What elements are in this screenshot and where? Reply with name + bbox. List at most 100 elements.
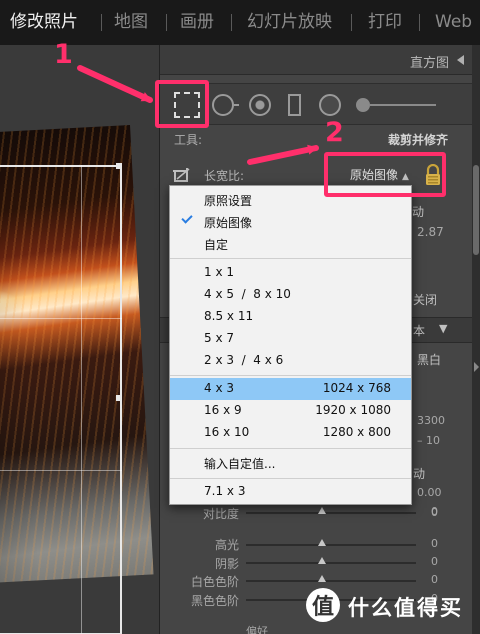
highlights-value: 0 (431, 537, 438, 550)
collapse-triangle-icon[interactable] (457, 55, 464, 65)
menu-item-resolution: 1024 x 768 (322, 381, 391, 395)
crop-grid-line (0, 318, 122, 319)
whites-value: 0 (431, 573, 438, 586)
menu-item-label: 输入自定值... (204, 457, 276, 471)
menu-item-original[interactable]: 原始图像 (170, 211, 411, 233)
tab-web[interactable]: Web (435, 12, 472, 32)
menu-separator (170, 258, 411, 259)
aspect-ratio-menu: 原照设置 原始图像 自定 1 x 1 4 x 5 / 8 x 10 8.5 x … (169, 185, 412, 505)
menu-item-16x10[interactable]: 16 x 10 1280 x 800 (170, 422, 411, 444)
auto-tone-button-partial[interactable]: 动 (413, 465, 425, 482)
tab-slideshow[interactable]: 幻灯片放映 (247, 12, 332, 32)
step-number-1: 1 (54, 39, 73, 70)
panel-expand-triangle-icon[interactable] (474, 362, 479, 372)
menu-item-label: 16 x 10 (204, 425, 250, 439)
menu-item-label: 4 x 3 (204, 381, 234, 395)
adjustment-brush-tool-icon[interactable] (356, 98, 370, 112)
menu-item-4x3[interactable]: 4 x 3 1024 x 768 (170, 378, 411, 400)
menu-item-4x5[interactable]: 4 x 5 / 8 x 10 (170, 284, 411, 306)
shadows-slider[interactable] (246, 562, 416, 564)
aspect-label: 长宽比: (204, 169, 245, 183)
step-number-2: 2 (325, 117, 344, 148)
close-button-partial[interactable]: 关闭 (413, 291, 437, 308)
tint-value: – 10 (417, 434, 440, 447)
shadows-label: 阴影 (215, 557, 240, 571)
watermark-logo-icon: 值 (306, 588, 340, 622)
menu-item-label: 自定 (204, 238, 229, 252)
menu-item-16x9[interactable]: 16 x 9 1920 x 1080 (170, 400, 411, 422)
menu-item-label: 7.1 x 3 (204, 484, 246, 498)
red-eye-tool-icon[interactable] (249, 94, 271, 116)
whites-slider-knob[interactable] (318, 575, 326, 582)
highlights-label: 高光 (215, 538, 240, 552)
menu-item-1x1[interactable]: 1 x 1 (170, 262, 411, 284)
menu-item-label: 原始图像 (204, 216, 253, 230)
collapse-down-icon[interactable]: ▼︎ (439, 322, 447, 335)
menu-separator (170, 478, 411, 479)
spot-removal-tool-icon[interactable] (212, 94, 239, 116)
menu-item-7-1x3[interactable]: 7.1 x 3 (170, 481, 411, 503)
menu-item-resolution: 1920 x 1080 (315, 403, 391, 417)
contrast-label: 对比度 (203, 507, 240, 521)
scrollbar-thumb[interactable] (473, 165, 479, 255)
tab-separator (419, 14, 420, 31)
photo-canvas[interactable] (0, 45, 159, 634)
shadows-value: 0 (431, 555, 438, 568)
crop-frame[interactable] (0, 165, 122, 634)
crop-straighten-label: 裁剪并修齐 (387, 133, 448, 147)
presence-label-partial: 偏好 (246, 625, 268, 634)
tab-separator (101, 14, 102, 31)
menu-separator (170, 375, 411, 376)
tab-map[interactable]: 地图 (114, 12, 148, 32)
tab-book[interactable]: 画册 (180, 12, 214, 32)
menu-item-label: 4 x 5 / 8 x 10 (204, 287, 291, 301)
tab-separator (231, 14, 232, 31)
menu-item-custom[interactable]: 自定 (170, 233, 411, 255)
contrast-value: 0 (431, 505, 438, 518)
graduated-filter-tool-icon[interactable] (288, 94, 301, 116)
tab-separator (166, 14, 167, 31)
angle-value: 2.87 (417, 225, 444, 239)
watermark: 值 什么值得买 (300, 586, 475, 626)
whites-slider[interactable] (246, 580, 416, 582)
histogram-header[interactable]: 直方图 (160, 45, 473, 75)
contrast-slider-knob[interactable] (318, 507, 326, 514)
menu-item-label: 5 x 7 (204, 331, 234, 345)
menu-item-2x3[interactable]: 2 x 3 / 4 x 6 (170, 350, 411, 372)
highlights-slider-knob[interactable] (318, 539, 326, 546)
tools-label: 工具: (174, 133, 203, 147)
crop-angle-icon[interactable] (172, 166, 192, 184)
photo-clip (0, 45, 159, 634)
whites-label: 白色色阶 (191, 575, 240, 589)
exposure-value: 0.00 (417, 486, 442, 499)
menu-item-label: 2 x 3 / 4 x 6 (204, 353, 284, 367)
highlights-slider[interactable] (246, 544, 416, 546)
tab-separator (351, 14, 352, 31)
watermark-text: 什么值得买 (348, 596, 463, 620)
contrast-slider[interactable] (246, 512, 416, 514)
menu-item-label: 16 x 9 (204, 403, 242, 417)
crop-grid-line (0, 470, 122, 471)
basic-section-title-partial: 本 (413, 324, 426, 338)
menu-item-label: 原照设置 (204, 194, 253, 208)
crop-handle-top-right[interactable] (116, 163, 122, 169)
menu-item-5x7[interactable]: 5 x 7 (170, 328, 411, 350)
menu-item-8-5x11[interactable]: 8.5 x 11 (170, 306, 411, 328)
auto-button-partial[interactable]: 动 (412, 203, 424, 220)
crop-handle-right[interactable] (116, 395, 122, 401)
radial-filter-tool-icon[interactable] (319, 94, 341, 116)
menu-item-label: 1 x 1 (204, 265, 234, 279)
panel-scrollbar[interactable] (472, 45, 480, 634)
annotation-box-aspect-select (324, 152, 446, 197)
menu-item-enter-custom[interactable]: 输入自定值... (170, 452, 411, 474)
shadows-slider-knob[interactable] (318, 557, 326, 564)
black-white-toggle[interactable]: 黑白 (417, 351, 441, 368)
tab-develop[interactable]: 修改照片 (10, 12, 78, 32)
blacks-label: 黑色色阶 (191, 594, 240, 608)
histogram-title: 直方图 (409, 56, 449, 71)
tab-print[interactable]: 打印 (368, 12, 402, 32)
menu-item-resolution: 1280 x 800 (322, 425, 391, 439)
temperature-value: 3300 (417, 414, 445, 427)
brush-slider-line (370, 104, 436, 106)
checkmark-icon (181, 212, 193, 224)
